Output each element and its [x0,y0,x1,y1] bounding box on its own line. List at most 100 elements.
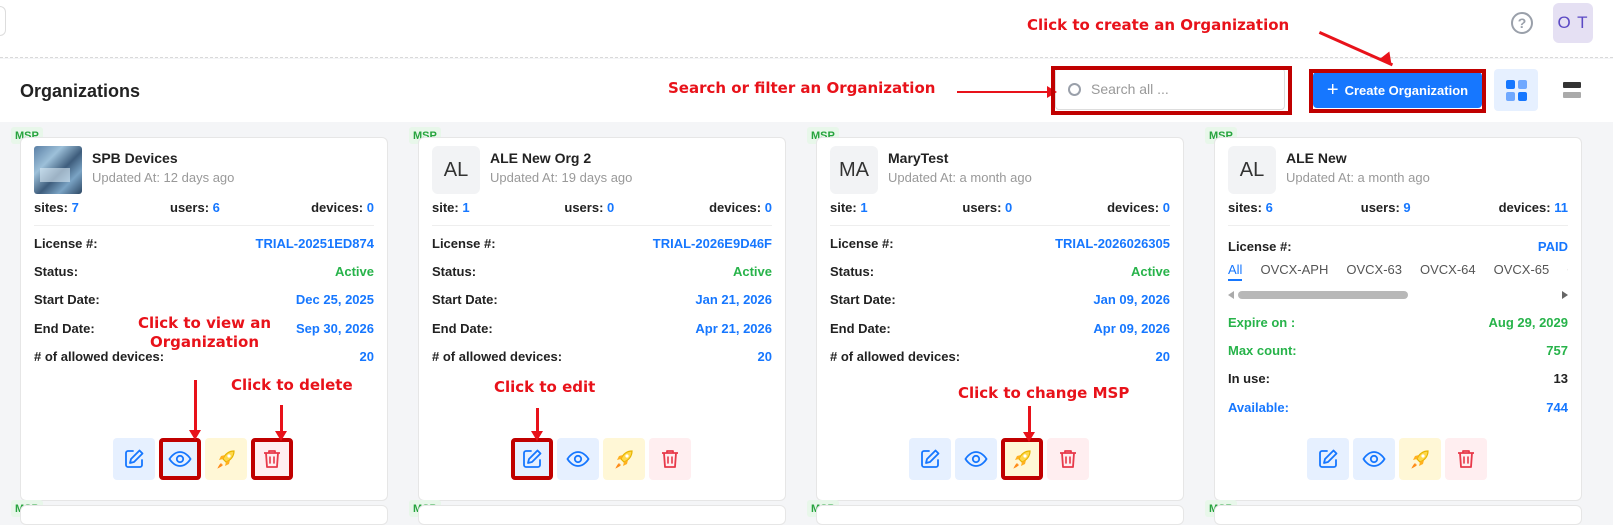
view-button[interactable] [955,438,997,480]
change-msp-button[interactable] [1001,438,1043,480]
delete-button[interactable] [251,438,293,480]
divider [432,225,772,226]
license-tab[interactable]: OVCX-64 [1420,262,1476,277]
start-value: Dec 25, 2025 [295,292,374,307]
organization-updated: Updated At: a month ago [888,170,1032,185]
stat-value: 6 [1265,200,1273,215]
organization-card-partial[interactable] [418,505,786,525]
organization-updated: Updated At: 19 days ago [490,170,633,185]
list-view-toggle[interactable] [1550,69,1594,111]
rocket-icon [217,450,235,469]
edit-button[interactable] [1307,438,1349,480]
license-row: License #: TRIAL-2026026305 [830,236,1170,251]
stat-label: users: [1360,200,1400,215]
end-label: End Date: [34,321,95,336]
scroll-thumb[interactable] [1238,291,1408,299]
start-value: Jan 09, 2026 [1093,292,1170,307]
stat-item: users: 9 [1361,200,1411,215]
available-row: Available: 744 [1228,400,1568,415]
stat-item: devices: 0 [1107,200,1170,215]
scroll-left-icon[interactable] [1228,291,1234,299]
organization-card-partial[interactable] [816,505,1184,525]
end-value: Sep 30, 2026 [295,321,374,336]
organization-card[interactable]: AL ALE New Updated At: a month ago sites: 6… [1214,137,1582,501]
annotation-create: Click to create an Organization [1027,16,1290,34]
allowed-value: 20 [757,349,772,364]
license-row: License #: TRIAL-2026E9D46F [432,236,772,251]
organization-card-partial[interactable] [1214,505,1582,525]
organization-name: ALE New Org 2 [490,150,592,166]
organization-name: MaryTest [888,150,949,166]
end-label: End Date: [432,321,493,336]
annotation-delete: Click to delete [231,376,353,394]
allowed-label: # of allowed devices: [830,349,961,364]
highlight-search [1051,66,1292,115]
sidebar-toggle[interactable] [0,6,6,36]
license-tab[interactable]: OVCX-65 [1494,262,1550,277]
scroll-right-icon[interactable] [1562,291,1568,299]
stat-label: site: [432,200,459,215]
stat-item: site: 1 [830,200,868,215]
change-msp-button[interactable] [205,438,247,480]
arrow-to-change-msp [1023,406,1035,442]
license-tab[interactable]: All [1228,262,1243,281]
allowed-label: # of allowed devices: [432,349,563,364]
stat-value: 0 [366,200,374,215]
edit-icon [523,449,542,468]
organization-card[interactable]: AL ALE New Org 2 Updated At: 19 days ago si… [418,137,786,501]
stat-label: site: [830,200,857,215]
edit-button[interactable] [909,438,951,480]
view-button[interactable] [159,438,201,480]
organization-stats: sites: 6 users: 9 devices: 11 [1228,200,1568,215]
edit-button[interactable] [113,438,155,480]
start-row: Start Date: Jan 09, 2026 [830,292,1170,307]
license-tab[interactable]: O [1567,262,1568,277]
grid-view-toggle[interactable] [1494,69,1538,111]
end-value: Apr 09, 2026 [1093,321,1170,336]
organization-avatar: MA [830,146,878,194]
view-button[interactable] [557,438,599,480]
stat-label: devices: [1498,200,1551,215]
divider [830,225,1170,226]
user-avatar[interactable]: O T [1553,3,1593,43]
delete-button[interactable] [1047,438,1089,480]
organization-card-partial[interactable] [20,505,388,525]
organization-card[interactable]: MA MaryTest Updated At: a month ago site: 1… [816,137,1184,501]
stat-item: sites: 7 [34,200,79,215]
help-icon[interactable]: ? [1511,12,1533,34]
grid-view-icon [1505,79,1515,89]
organization-stats: site: 1 users: 0 devices: 0 [432,200,772,215]
status-value: Active [1130,264,1170,279]
view-button[interactable] [1353,438,1395,480]
stat-value: 0 [1162,200,1170,215]
annotation-change-msp: Click to change MSP [958,384,1130,402]
eye-icon [566,451,590,467]
available-value: 744 [1546,400,1568,415]
end-value: Apr 21, 2026 [695,321,772,336]
license-tab[interactable]: OVCX-APH [1260,262,1328,277]
stat-label: users: [564,200,604,215]
change-msp-button[interactable] [603,438,645,480]
change-msp-button[interactable] [1399,438,1441,480]
trash-icon [1458,450,1474,468]
license-tab[interactable]: OVCX-63 [1346,262,1402,277]
organization-updated: Updated At: a month ago [1286,170,1430,185]
eye-icon [1362,451,1386,467]
delete-button[interactable] [649,438,691,480]
license-label: License #: [1228,239,1292,254]
card-actions [113,438,293,480]
arrow-to-view [189,380,201,440]
status-row: Status: Active [830,264,1170,279]
end-row: End Date: Apr 09, 2026 [830,321,1170,336]
tabs-scrollbar[interactable] [1228,290,1568,300]
stat-label: sites: [1228,200,1262,215]
stat-item: users: 0 [962,200,1012,215]
end-row: End Date: Apr 21, 2026 [432,321,772,336]
delete-button[interactable] [1445,438,1487,480]
divider [34,225,374,226]
license-tabs: All OVCX-APH OVCX-63 OVCX-64 OVCX-65 O [1228,262,1568,284]
edit-button[interactable] [511,438,553,480]
allowed-value: 20 [359,349,374,364]
edit-icon [125,449,144,468]
stat-value: 11 [1554,200,1568,215]
